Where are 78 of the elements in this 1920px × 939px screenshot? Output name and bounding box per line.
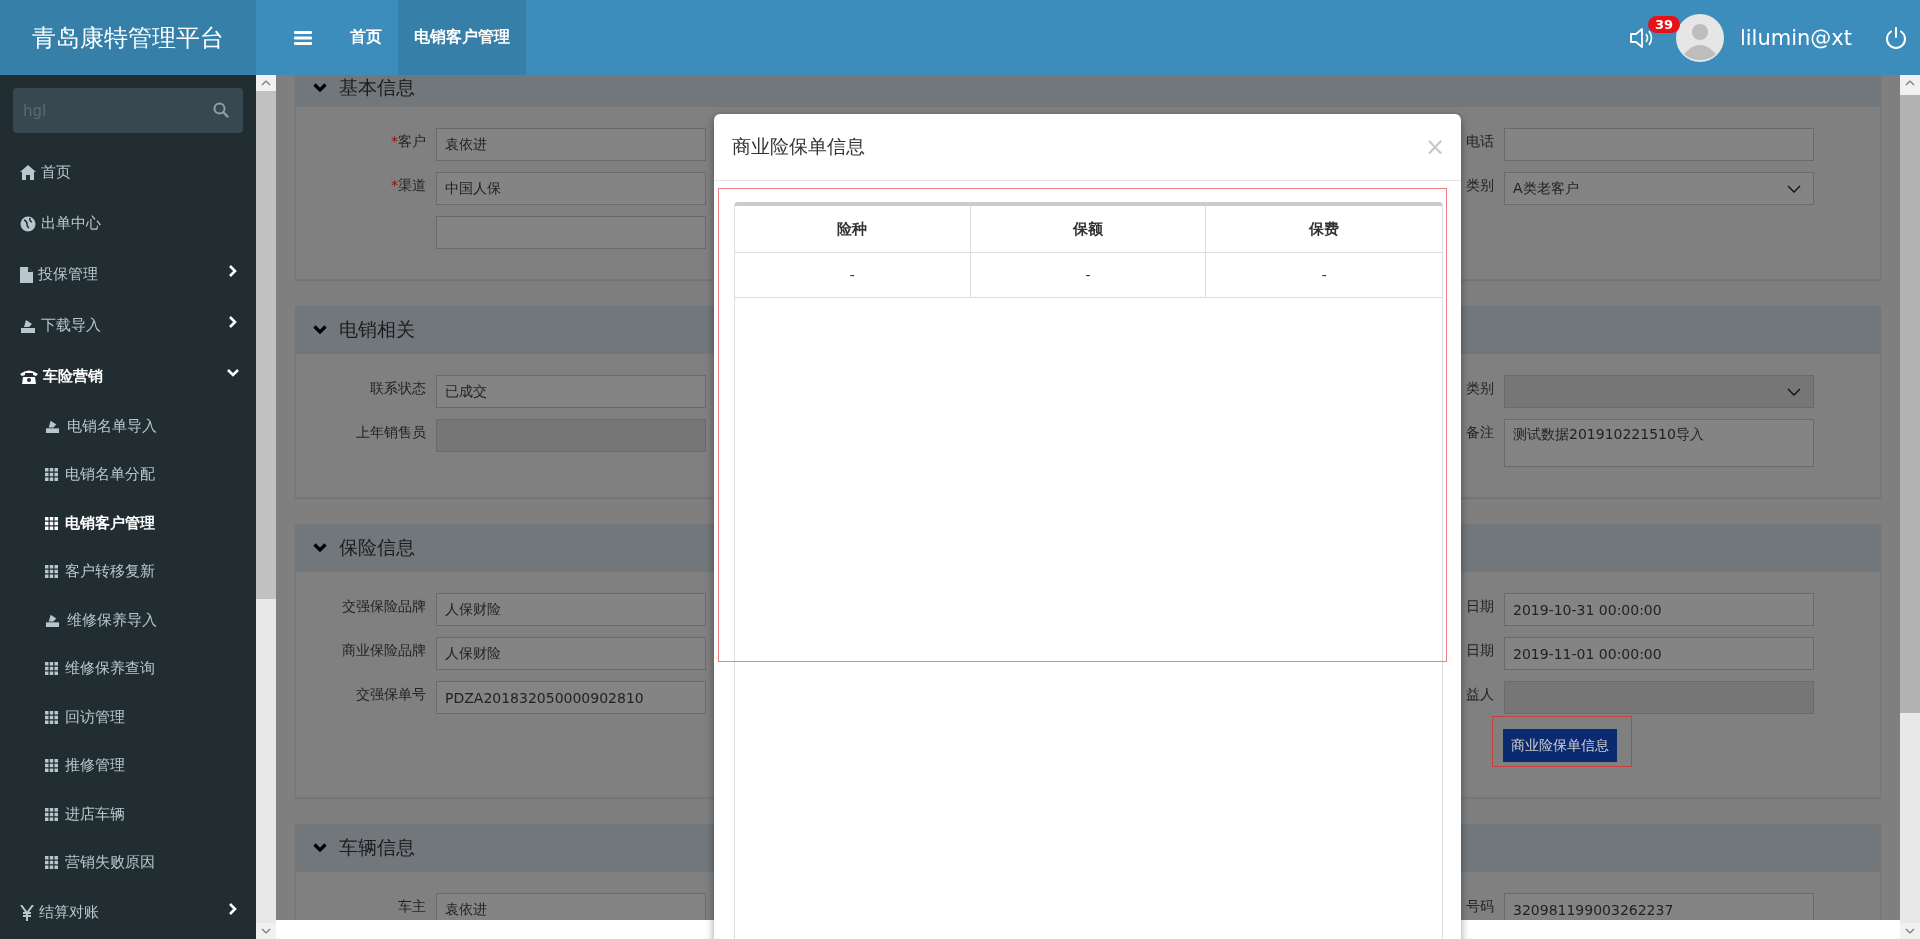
sidebar-label: 结算对账 bbox=[39, 903, 100, 922]
input-field[interactable]: 袁依进 bbox=[436, 893, 706, 920]
sidebar-item[interactable]: 出单中心 bbox=[0, 198, 256, 249]
column-header: 险种 bbox=[735, 206, 971, 252]
sidebar-label: 首页 bbox=[41, 163, 72, 182]
input-field[interactable]: 人保财险 bbox=[436, 637, 706, 670]
input-field[interactable]: 2019-10-31 00:00:00 bbox=[1504, 593, 1814, 626]
notification-badge: 39 bbox=[1647, 15, 1680, 33]
table-cell: - bbox=[735, 253, 971, 297]
sidebar-label: 投保管理 bbox=[38, 265, 99, 284]
sidebar-subitem[interactable]: 进店车辆 bbox=[0, 790, 256, 839]
field-label: *渠道 bbox=[391, 177, 426, 195]
input-field[interactable]: 已成交 bbox=[436, 375, 706, 408]
sidebar-label: 客户转移复新 bbox=[65, 562, 156, 582]
panel-title: 保险信息 bbox=[339, 535, 415, 560]
sidebar-label: 下载导入 bbox=[41, 316, 102, 335]
sidebar-subitem[interactable]: 营销失败原因 bbox=[0, 838, 256, 887]
field-label: 上年销售员 bbox=[356, 424, 426, 442]
sidebar-subitem[interactable]: 回访管理 bbox=[0, 693, 256, 742]
sidebar-subitem[interactable]: 电销名单导入 bbox=[0, 402, 256, 451]
field-label: 联系状态 bbox=[370, 380, 426, 398]
select-field[interactable]: A类老客户 bbox=[1504, 172, 1814, 205]
input-field[interactable]: 320981199003262237 bbox=[1504, 893, 1814, 920]
sidebar-label: 推修管理 bbox=[65, 756, 126, 776]
input-field[interactable]: 中国人保 bbox=[436, 172, 706, 205]
field-label: *客户 bbox=[391, 133, 426, 151]
panel-title: 基本信息 bbox=[339, 75, 415, 100]
sidebar-label: 车险营销 bbox=[43, 367, 104, 386]
field-label: 类别 bbox=[1466, 380, 1494, 398]
field-label: 益人 bbox=[1466, 686, 1494, 704]
sidebar-label: 电销名单分配 bbox=[65, 465, 156, 485]
policy-info-button[interactable]: 商业险保单信息 bbox=[1503, 729, 1617, 762]
column-header: 保额 bbox=[970, 206, 1207, 252]
sidebar-item[interactable]: 车险营销 bbox=[0, 351, 256, 402]
input-field[interactable]: 袁依进 bbox=[436, 128, 706, 161]
field-label: 电话 bbox=[1466, 133, 1494, 151]
user-name[interactable]: lilumin@xt bbox=[1739, 25, 1852, 50]
sidebar-label: 营销失败原因 bbox=[65, 853, 156, 873]
sidebar-item[interactable]: 结算对账 bbox=[0, 887, 256, 938]
sidebar-label: 维修保养查询 bbox=[65, 659, 156, 679]
sidebar-item[interactable]: 下载导入 bbox=[0, 300, 256, 351]
field-label: 交强保险品牌 bbox=[342, 598, 426, 616]
field-label: 商业保险品牌 bbox=[342, 642, 426, 660]
modal-title: 商业险保单信息 bbox=[732, 134, 865, 159]
table-cell-text: - bbox=[1320, 266, 1328, 285]
sidebar-subitem[interactable]: 电销名单分配 bbox=[0, 450, 256, 499]
nav-tab[interactable]: 首页 bbox=[334, 0, 398, 75]
field-label: 交强保单号 bbox=[356, 686, 426, 704]
input-field[interactable]: 人保财险 bbox=[436, 593, 706, 626]
sidebar-label: 维修保养导入 bbox=[67, 610, 158, 630]
sidebar-item[interactable]: 投保管理 bbox=[0, 249, 256, 300]
nav-tab[interactable]: 电销客户管理 bbox=[398, 0, 526, 75]
field-label: 车主 bbox=[398, 898, 426, 916]
sidebar-label: 出单中心 bbox=[41, 214, 102, 233]
sidebar-label: 电销客户管理 bbox=[65, 513, 156, 533]
app-title: 青岛康特管理平台 bbox=[32, 22, 224, 54]
panel-header[interactable]: 基本信息 bbox=[296, 75, 1880, 107]
textarea-field[interactable]: 测试数据201910221510导入 bbox=[1504, 419, 1814, 467]
field-label: 类别 bbox=[1466, 177, 1494, 195]
sidebar-label: 电销名单导入 bbox=[67, 416, 158, 436]
table-cell: - bbox=[970, 253, 1207, 297]
field-label: 日期 bbox=[1466, 598, 1494, 616]
sidebar-subitem[interactable]: 维修保养查询 bbox=[0, 644, 256, 693]
panel-title: 车辆信息 bbox=[339, 835, 415, 860]
sidebar-subitem[interactable]: 维修保养导入 bbox=[0, 596, 256, 645]
sidebar-subitem[interactable]: 客户转移复新 bbox=[0, 547, 256, 596]
input-field[interactable]: PDZA201832050000902810 bbox=[436, 681, 706, 714]
field-label: 号码 bbox=[1466, 898, 1494, 916]
sidebar-item[interactable]: 首页 bbox=[0, 147, 256, 198]
sidebar-label: 进店车辆 bbox=[65, 804, 126, 824]
sidebar-label: 回访管理 bbox=[65, 707, 126, 727]
column-header: 保费 bbox=[1307, 218, 1341, 240]
field-label: 日期 bbox=[1466, 642, 1494, 660]
field-label: 备注 bbox=[1466, 424, 1494, 442]
sidebar-subitem[interactable]: 电销客户管理 bbox=[0, 499, 256, 548]
panel-title: 电销相关 bbox=[339, 317, 415, 342]
input-field[interactable]: 2019-11-01 00:00:00 bbox=[1504, 637, 1814, 670]
sidebar-subitem[interactable]: 推修管理 bbox=[0, 741, 256, 790]
